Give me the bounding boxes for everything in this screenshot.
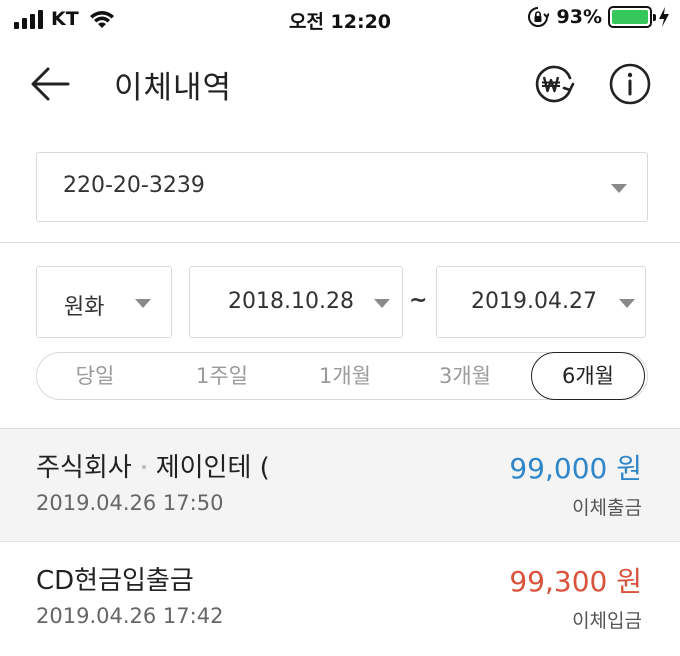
arrow-left-icon[interactable] xyxy=(28,62,72,106)
period-1month[interactable]: 1개월 xyxy=(299,353,391,399)
transaction-name-part: 주식회사 xyxy=(36,453,132,483)
app-header: 이체내역 xyxy=(0,48,680,118)
date-to-value: 2019.04.27 xyxy=(471,289,597,314)
rotation-lock-icon xyxy=(527,7,549,27)
battery-icon xyxy=(608,6,656,28)
transaction-type: 이체입금 xyxy=(572,610,642,632)
info-icon[interactable] xyxy=(607,61,653,107)
period-3months[interactable]: 3개월 xyxy=(419,353,511,399)
chevron-down-icon xyxy=(611,184,627,193)
chevron-down-icon xyxy=(374,299,390,308)
transaction-name-part: 제이인테 ( xyxy=(155,453,270,483)
transaction-amount: 99,000 원 xyxy=(509,452,642,485)
battery-fill xyxy=(612,10,648,24)
transaction-datetime: 2019.04.26 17:50 xyxy=(36,491,224,515)
date-range-separator: ~ xyxy=(409,288,428,313)
charging-bolt-icon xyxy=(659,7,669,27)
status-bar: KT 오전 12:20 93% xyxy=(0,0,680,40)
currency-select[interactable]: 원화 xyxy=(36,266,172,338)
transaction-name: CD현금입출금 xyxy=(36,566,194,596)
currency-value: 원화 xyxy=(64,295,105,320)
transaction-name: 주식회사 제이인테 ( xyxy=(36,447,270,484)
page-title: 이체내역 xyxy=(114,70,233,106)
period-1week[interactable]: 1주일 xyxy=(177,353,267,399)
date-from-value: 2018.10.28 xyxy=(228,289,354,314)
date-from-select[interactable]: 2018.10.28 xyxy=(189,266,403,338)
transaction-row[interactable]: 주식회사 제이인테 ( 2019.04.26 17:50 99,000 원 이체출… xyxy=(0,429,680,541)
account-mask xyxy=(249,161,479,213)
period-6months-selected[interactable]: 6개월 xyxy=(531,352,645,400)
divider xyxy=(0,242,680,243)
date-to-select[interactable]: 2019.04.27 xyxy=(436,266,646,338)
transaction-datetime: 2019.04.26 17:42 xyxy=(36,604,224,628)
period-segmented-control: 당일 1주일 1개월 3개월 6개월 xyxy=(36,352,648,400)
period-today[interactable]: 당일 xyxy=(55,353,135,399)
account-select[interactable]: 220-20-3239 xyxy=(36,152,648,222)
won-exchange-icon[interactable] xyxy=(531,61,577,107)
account-number: 220-20-3239 xyxy=(63,173,205,198)
transaction-row[interactable]: CD현금입출금 2019.04.26 17:42 99,300 원 이체입금 xyxy=(0,542,680,654)
separator-dot xyxy=(141,464,146,469)
battery-percent: 93% xyxy=(556,6,602,28)
transaction-type: 이체출금 xyxy=(572,497,642,519)
chevron-down-icon xyxy=(135,299,151,308)
transaction-amount: 99,300 원 xyxy=(509,565,642,598)
status-right: 93% xyxy=(527,6,670,28)
chevron-down-icon xyxy=(619,299,635,308)
